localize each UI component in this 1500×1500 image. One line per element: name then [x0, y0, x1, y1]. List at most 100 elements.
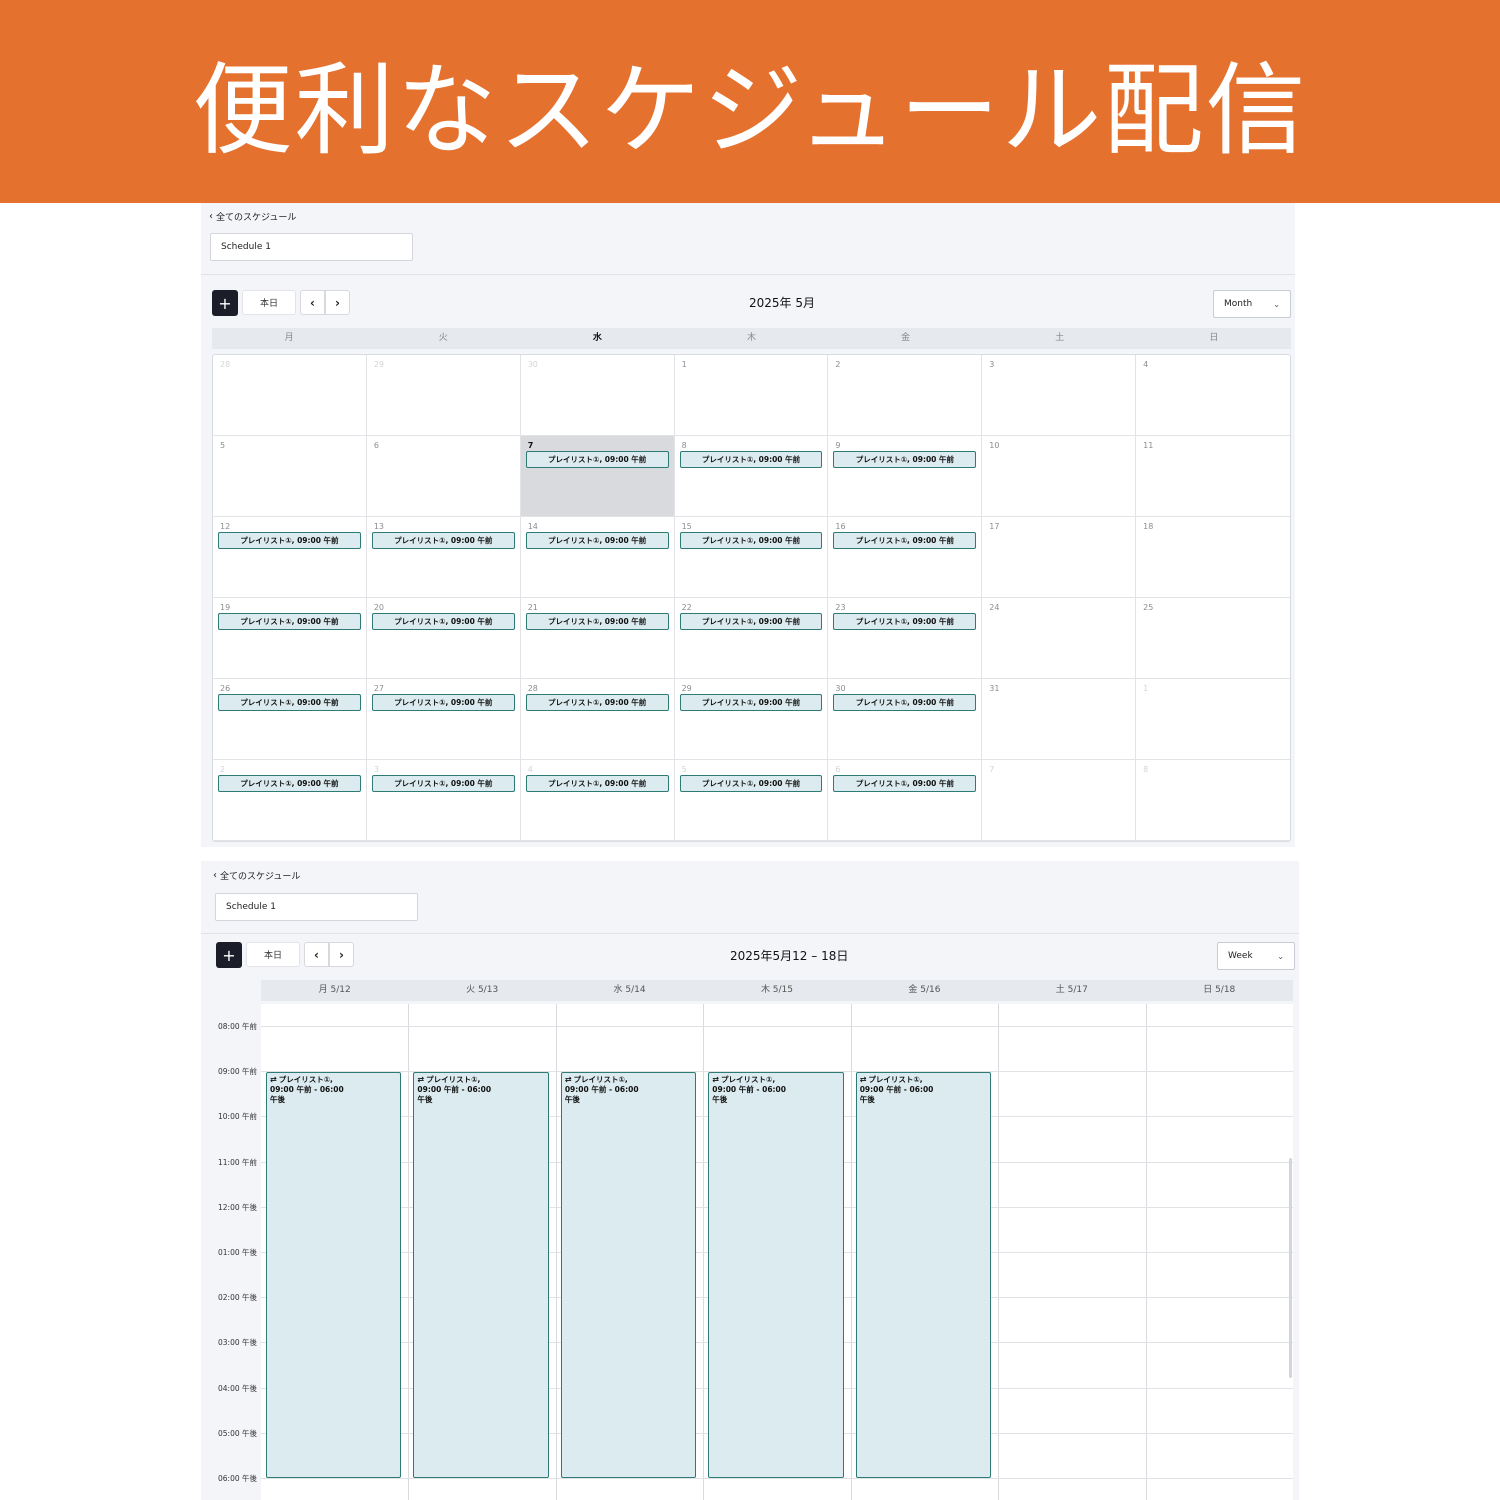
day-cell[interactable]: 30 — [520, 355, 675, 436]
day-cell[interactable]: 27 プレイリスト①, 09:00 午前 — [366, 679, 521, 760]
event-chip[interactable]: プレイリスト①, 09:00 午前 — [679, 694, 823, 711]
event-chip[interactable]: プレイリスト①, 09:00 午前 — [833, 613, 977, 630]
next-button[interactable]: › — [325, 290, 350, 315]
event-chip[interactable]: プレイリスト①, 09:00 午前 — [833, 694, 977, 711]
event-chip[interactable]: プレイリスト①, 09:00 午前 — [525, 451, 669, 468]
event-chip[interactable]: プレイリスト①, 09:00 午前 — [218, 775, 361, 792]
back-link[interactable]: ‹ 全てのスケジュール — [213, 869, 300, 882]
event-chip[interactable]: プレイリスト①, 09:00 午前 — [833, 775, 977, 792]
day-number: 8 — [681, 441, 687, 450]
day-cell[interactable]: 10 — [982, 436, 1137, 517]
event-chip[interactable]: プレイリスト①, 09:00 午前 — [679, 451, 823, 468]
day-cell[interactable]: 13 プレイリスト①, 09:00 午前 — [366, 517, 521, 598]
view-mode-value: Month — [1224, 299, 1253, 309]
schedule-name-field[interactable]: Schedule 1 — [210, 233, 413, 261]
day-cell[interactable]: 4 プレイリスト①, 09:00 午前 — [520, 760, 675, 841]
next-button[interactable]: › — [329, 942, 354, 967]
day-cell[interactable]: 24 — [982, 598, 1137, 679]
day-cell[interactable]: 23 プレイリスト①, 09:00 午前 — [828, 598, 983, 679]
event-chip[interactable]: プレイリスト①, 09:00 午前 — [371, 613, 515, 630]
hour-line — [261, 1478, 1293, 1479]
prev-button[interactable]: ‹ — [304, 942, 329, 967]
day-cell[interactable]: 17 — [982, 517, 1137, 598]
day-cell[interactable]: 26 プレイリスト①, 09:00 午前 — [213, 679, 367, 760]
event-chip[interactable]: プレイリスト①, 09:00 午前 — [525, 613, 669, 630]
day-cell[interactable]: 6 — [366, 436, 521, 517]
view-mode-select[interactable]: Week ⌄ — [1217, 942, 1295, 970]
day-cell[interactable]: 5 プレイリスト①, 09:00 午前 — [674, 760, 829, 841]
day-cell[interactable]: 6 プレイリスト①, 09:00 午前 — [828, 760, 983, 841]
add-button[interactable]: + — [212, 290, 238, 316]
day-cell[interactable]: 28 プレイリスト①, 09:00 午前 — [520, 679, 675, 760]
event-chip[interactable]: プレイリスト①, 09:00 午前 — [525, 694, 669, 711]
event-chip[interactable]: プレイリスト①, 09:00 午前 — [679, 775, 823, 792]
day-number: 25 — [1143, 603, 1154, 612]
day-cell[interactable]: 12 プレイリスト①, 09:00 午前 — [213, 517, 367, 598]
event-chip[interactable]: プレイリスト①, 09:00 午前 — [371, 694, 515, 711]
time-label: 11:00 午前 — [218, 1157, 257, 1167]
event-block[interactable]: ⇄ プレイリスト①, 09:00 午前 - 06:00 午後 — [708, 1072, 844, 1478]
day-cell[interactable]: 7 — [982, 760, 1137, 841]
time-label: 06:00 午後 — [218, 1474, 257, 1483]
day-cell[interactable]: 2 プレイリスト①, 09:00 午前 — [213, 760, 367, 841]
day-cell[interactable]: 31 — [982, 679, 1137, 760]
weekday-label: 火 — [438, 333, 448, 343]
event-chip[interactable]: プレイリスト①, 09:00 午前 — [833, 532, 977, 549]
day-cell[interactable]: 1 — [674, 355, 829, 436]
day-number: 28 — [527, 684, 538, 693]
day-cell[interactable]: 1 — [1136, 679, 1290, 760]
back-link[interactable]: ‹ 全てのスケジュール — [209, 210, 296, 223]
month-view-panel: ‹ 全てのスケジュール Schedule 1 + 本日 ‹ › 2025年 5月… — [201, 203, 1295, 847]
schedule-name-field[interactable]: Schedule 1 — [215, 893, 418, 921]
day-label: 月 5/12 — [318, 985, 351, 995]
today-button[interactable]: 本日 — [246, 942, 300, 967]
day-cell[interactable]: 7 プレイリスト①, 09:00 午前 — [520, 436, 675, 517]
day-cell[interactable]: 25 — [1136, 598, 1290, 679]
event-chip[interactable]: プレイリスト①, 09:00 午前 — [525, 532, 669, 549]
day-number: 23 — [835, 603, 846, 612]
day-cell[interactable]: 30 プレイリスト①, 09:00 午前 — [828, 679, 983, 760]
event-block[interactable]: ⇄ プレイリスト①, 09:00 午前 - 06:00 午後 — [855, 1072, 992, 1478]
today-button[interactable]: 本日 — [242, 290, 296, 315]
day-cell[interactable]: 18 — [1136, 517, 1290, 598]
event-time: 09:00 午前 - 06:00 — [859, 1085, 934, 1095]
day-cell[interactable]: 11 — [1136, 436, 1290, 517]
view-mode-select[interactable]: Month ⌄ — [1213, 290, 1291, 318]
day-cell[interactable]: 3 — [982, 355, 1137, 436]
day-cell[interactable]: 29 — [366, 355, 521, 436]
day-cell[interactable]: 28 — [213, 355, 367, 436]
day-cell[interactable]: 14 プレイリスト①, 09:00 午前 — [520, 517, 675, 598]
event-chip[interactable]: プレイリスト①, 09:00 午前 — [218, 694, 361, 711]
prev-button[interactable]: ‹ — [300, 290, 325, 315]
event-block[interactable]: ⇄ プレイリスト①, 09:00 午前 - 06:00 午後 — [266, 1072, 402, 1478]
day-cell[interactable]: 20 プレイリスト①, 09:00 午前 — [366, 598, 521, 679]
day-cell[interactable]: 8 プレイリスト①, 09:00 午前 — [674, 436, 829, 517]
day-cell[interactable]: 8 — [1136, 760, 1290, 841]
event-chip[interactable]: プレイリスト①, 09:00 午前 — [679, 613, 823, 630]
event-chip[interactable]: プレイリスト①, 09:00 午前 — [679, 532, 823, 549]
day-cell[interactable]: 9 プレイリスト①, 09:00 午前 — [828, 436, 983, 517]
day-cell[interactable]: 4 — [1136, 355, 1290, 436]
event-chip[interactable]: プレイリスト①, 09:00 午前 — [371, 532, 515, 549]
day-cell[interactable]: 5 — [213, 436, 367, 517]
day-cell[interactable]: 21 プレイリスト①, 09:00 午前 — [520, 598, 675, 679]
day-cell[interactable]: 3 プレイリスト①, 09:00 午前 — [366, 760, 521, 841]
day-cell[interactable]: 22 プレイリスト①, 09:00 午前 — [674, 598, 829, 679]
event-chip[interactable]: プレイリスト①, 09:00 午前 — [371, 775, 515, 792]
day-cell[interactable]: 16 プレイリスト①, 09:00 午前 — [828, 517, 983, 598]
day-cell[interactable]: 2 — [828, 355, 983, 436]
add-button[interactable]: + — [216, 942, 242, 968]
day-cell[interactable]: 19 プレイリスト①, 09:00 午前 — [213, 598, 367, 679]
hour-line — [261, 1026, 1293, 1027]
event-chip[interactable]: プレイリスト①, 09:00 午前 — [525, 775, 669, 792]
event-chip[interactable]: プレイリスト①, 09:00 午前 — [218, 613, 361, 630]
event-title-text: プレイリスト①, — [426, 1075, 481, 1085]
event-chip[interactable]: プレイリスト①, 09:00 午前 — [218, 532, 361, 549]
day-cell[interactable]: 29 プレイリスト①, 09:00 午前 — [674, 679, 829, 760]
event-block[interactable]: ⇄ プレイリスト①, 09:00 午前 - 06:00 午後 — [413, 1072, 549, 1478]
day-cell[interactable]: 15 プレイリスト①, 09:00 午前 — [674, 517, 829, 598]
chevron-left-icon: ‹ — [209, 210, 213, 222]
event-chip[interactable]: プレイリスト①, 09:00 午前 — [833, 451, 977, 468]
event-block[interactable]: ⇄ プレイリスト①, 09:00 午前 - 06:00 午後 — [560, 1072, 697, 1478]
scrollbar[interactable] — [1289, 1158, 1292, 1378]
